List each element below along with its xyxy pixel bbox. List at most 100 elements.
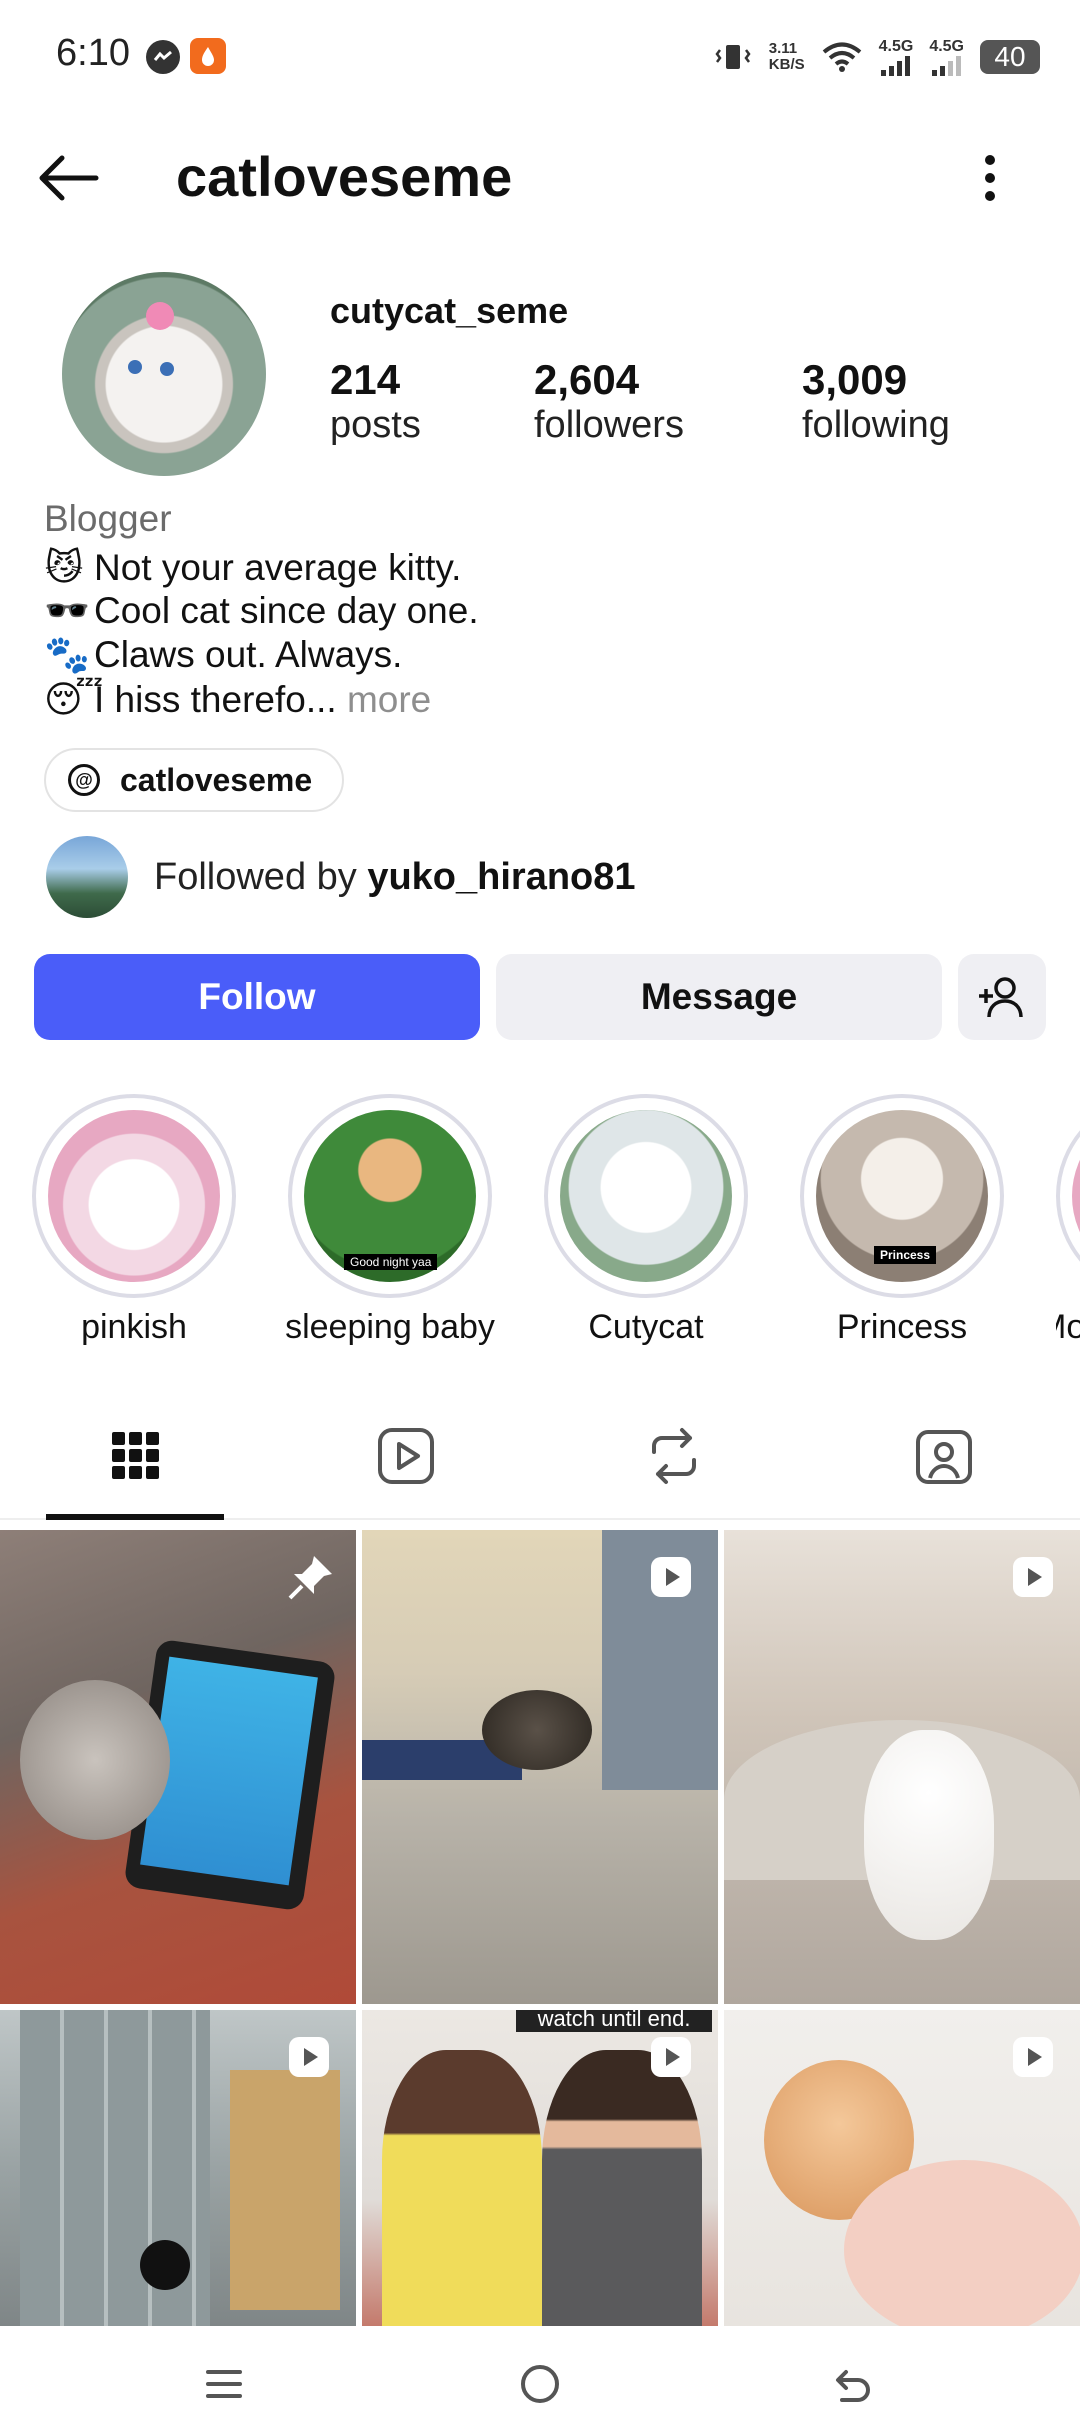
- followed-by-text[interactable]: Followed by yuko_hirano81: [154, 856, 636, 899]
- bio-more-link[interactable]: more: [347, 679, 431, 720]
- reels-icon: [378, 1428, 434, 1484]
- recents-button[interactable]: [204, 2364, 244, 2409]
- message-button[interactable]: Message: [496, 954, 942, 1040]
- stat-posts[interactable]: 214 posts: [330, 356, 421, 447]
- highlight-sleeping-baby[interactable]: Good night yaa sleeping baby: [285, 1094, 520, 1347]
- highlight-label: Princess: [836, 1308, 968, 1346]
- add-person-icon: [979, 977, 1023, 1018]
- highlight-cutycat[interactable]: Cutycat: [544, 1094, 776, 1347]
- highlight-label: Mo: [1056, 1308, 1080, 1346]
- follow-button[interactable]: Follow: [34, 954, 480, 1040]
- grid-post[interactable]: [724, 2010, 1080, 2326]
- back-button[interactable]: [34, 150, 104, 206]
- tab-reposts[interactable]: [614, 1416, 734, 1496]
- bio-text: Cool cat since day one.: [94, 590, 479, 631]
- highlight-cover: [1072, 1110, 1080, 1282]
- home-button[interactable]: [518, 2362, 562, 2411]
- following-count: 3,009: [802, 356, 908, 403]
- display-name: cutycat_seme: [330, 290, 569, 331]
- grid-post[interactable]: [0, 2010, 356, 2326]
- highlight-pinkish[interactable]: pinkish: [32, 1094, 264, 1347]
- person-image: [542, 2050, 702, 2326]
- cat-tree-image: [230, 2070, 340, 2310]
- arrow-left-icon: [39, 155, 99, 201]
- posts-count: 214: [330, 356, 401, 403]
- threads-link[interactable]: @ catloveseme: [44, 748, 344, 812]
- signal-2-icon: [931, 56, 961, 76]
- bio-text: Claws out. Always.: [94, 634, 403, 675]
- system-navigation-bar: [0, 2326, 1080, 2436]
- wifi-icon: [822, 42, 861, 72]
- follower-avatar[interactable]: [46, 836, 128, 918]
- tab-grid[interactable]: [76, 1416, 196, 1496]
- person-image: [382, 2050, 542, 2326]
- following-label: following: [802, 404, 950, 446]
- tab-tagged[interactable]: [884, 1416, 1004, 1496]
- grid-post[interactable]: watch until end.: [362, 2010, 718, 2326]
- highlight-label: sleeping baby: [285, 1308, 495, 1346]
- bio-emoji: 😴: [44, 679, 104, 720]
- bio-line: 🕶️ Cool cat since day one.: [44, 590, 479, 633]
- status-icons: 3.11 KB/S 4.5G 4.5G 40: [713, 38, 1040, 76]
- stat-followers[interactable]: 2,604 followers: [534, 356, 684, 447]
- reel-icon: [1013, 1557, 1053, 1597]
- followers-label: followers: [534, 404, 684, 446]
- back-arrow-icon: [836, 2370, 870, 2402]
- highlight-princess[interactable]: Princess Princess: [800, 1094, 1032, 1347]
- highlight-ring: [32, 1094, 236, 1298]
- followed-by-prefix: Followed by: [154, 856, 357, 898]
- highlight-ring: [544, 1094, 748, 1298]
- cat-image: [482, 1690, 592, 1770]
- highlight-label: Cutycat: [588, 1308, 704, 1346]
- battery-indicator: 40: [980, 40, 1040, 74]
- grid-post[interactable]: [362, 1530, 718, 2004]
- menu-lines-icon: [206, 2370, 242, 2398]
- highlight-label: pinkish: [81, 1308, 187, 1346]
- net-speed: 3.11: [768, 40, 798, 57]
- tagged-person-icon: [916, 1430, 972, 1484]
- reel-icon: [651, 1557, 691, 1597]
- active-tab-indicator: [46, 1514, 224, 1520]
- followers-count: 2,604: [534, 356, 640, 403]
- highlight-ring: [1056, 1094, 1080, 1298]
- more-vertical-icon: [985, 155, 995, 201]
- bio-line: 😼 Not your average kitty.: [44, 546, 462, 589]
- back-nav-button[interactable]: [830, 2362, 874, 2411]
- status-bar: 6:10 3.11 KB/S 4.5G 4.5G 40: [0, 0, 1080, 110]
- highlight-badge: Princess: [874, 1246, 937, 1264]
- suggest-users-button[interactable]: [958, 954, 1046, 1040]
- highlight-cover: [48, 1110, 220, 1282]
- bio-emoji: 🕶️: [44, 590, 91, 631]
- tab-reels[interactable]: [346, 1416, 466, 1496]
- baby-arm-image: [844, 2160, 1080, 2326]
- grid-post[interactable]: [0, 1530, 356, 2004]
- highlight-badge: Good night yaa: [344, 1254, 438, 1270]
- avatar-eye: [128, 360, 142, 374]
- signal-1-icon: [880, 56, 910, 76]
- threads-icon: @: [68, 764, 100, 796]
- page-title: catloveseme: [176, 145, 513, 208]
- grid-post[interactable]: [724, 1530, 1080, 2004]
- posts-label: posts: [330, 404, 421, 446]
- app-notification-icon: [190, 38, 226, 74]
- highlight-partial[interactable]: Mo: [1056, 1094, 1080, 1364]
- profile-category: Blogger: [44, 498, 172, 539]
- signal-2-label: 4.5G: [929, 38, 964, 55]
- avatar-bow: [146, 302, 174, 330]
- reel-icon: [289, 2037, 329, 2077]
- bio-text: I hiss therefo...: [94, 679, 337, 720]
- status-time: 6:10: [56, 32, 130, 74]
- highlight-cover: Princess: [816, 1110, 988, 1282]
- video-caption: watch until end.: [516, 2010, 712, 2032]
- highlight-ring: Good night yaa: [288, 1094, 492, 1298]
- followed-by-user: yuko_hirano81: [367, 856, 636, 898]
- stat-following[interactable]: 3,009 following: [802, 356, 950, 447]
- bio-emoji: 🐾: [44, 634, 91, 675]
- bio-line: 🐾 Claws out. Always.: [44, 634, 402, 677]
- cat-image: [20, 1680, 170, 1840]
- reel-icon: [651, 2037, 691, 2077]
- signal-1-label: 4.5G: [878, 38, 914, 55]
- home-circle-icon: [521, 2365, 559, 2403]
- more-options-button[interactable]: [970, 150, 1010, 206]
- highlight-cover: Good night yaa: [304, 1110, 476, 1282]
